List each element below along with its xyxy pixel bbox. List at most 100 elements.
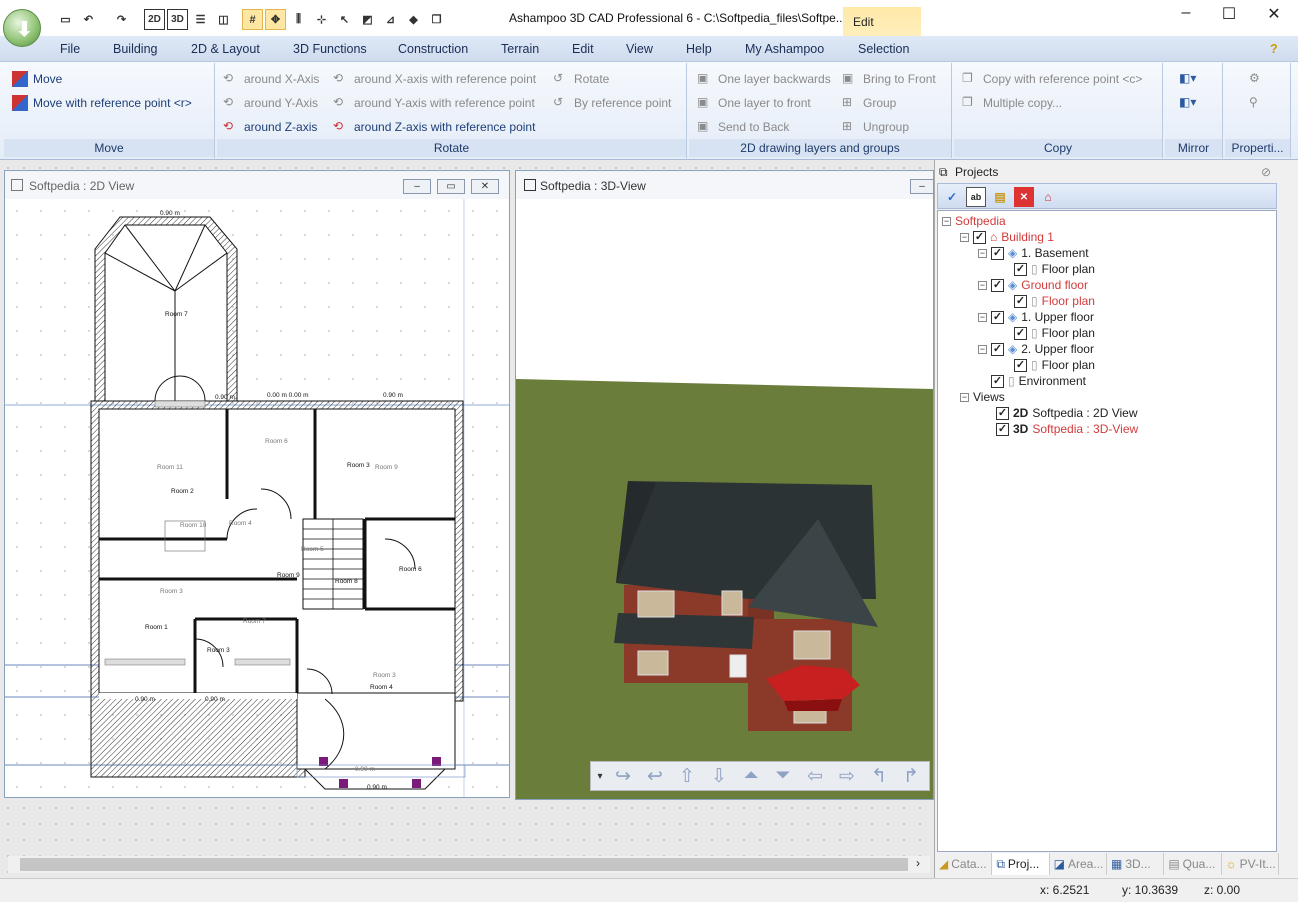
checkbox[interactable]: ✓ bbox=[996, 406, 1009, 420]
rotate-button[interactable]: ↺ Rotate bbox=[553, 71, 609, 87]
view-2d-close[interactable]: ✕ bbox=[471, 179, 499, 194]
collapse-icon[interactable]: − bbox=[978, 312, 987, 322]
help-icon[interactable]: ? bbox=[1270, 42, 1278, 56]
nav-orbit-left[interactable]: ↪ bbox=[609, 764, 637, 788]
maximize-button[interactable]: ☐ bbox=[1215, 4, 1243, 26]
cursor-select-icon[interactable]: ↖ bbox=[334, 9, 355, 30]
tree-node-building[interactable]: − ✓ ⌂ Building 1 bbox=[960, 229, 1054, 245]
nav-left-arrow[interactable]: ⇦ bbox=[801, 764, 829, 788]
nav-turn-right[interactable]: ↱ bbox=[897, 764, 925, 788]
properties-search-button[interactable]: ⚲ bbox=[1249, 95, 1258, 109]
mirror-h-button[interactable]: ◧▾ bbox=[1179, 71, 1196, 85]
bring-front-button[interactable]: ▣ Bring to Front bbox=[842, 71, 936, 87]
nav-right-arrow[interactable]: ⇨ bbox=[833, 764, 861, 788]
scroll-right-arrow[interactable]: › bbox=[916, 856, 920, 870]
redo-icon[interactable]: ↷ bbox=[111, 9, 132, 30]
undo-icon[interactable]: ↶ bbox=[78, 9, 99, 30]
crosshair-icon[interactable]: ⊹ bbox=[311, 9, 332, 30]
checkbox[interactable]: ✓ bbox=[1014, 326, 1027, 340]
nav-down-arrow[interactable]: ⇩ bbox=[705, 764, 733, 788]
rotate-y-ref-button[interactable]: ⟲ around Y-axis with reference point bbox=[333, 95, 535, 111]
split-horizontal-icon[interactable]: ☰ bbox=[190, 9, 211, 30]
new-file-icon[interactable]: ▭ bbox=[55, 9, 76, 30]
layer-front-button[interactable]: ▣ One layer to front bbox=[697, 95, 811, 111]
checkbox[interactable]: ✓ bbox=[973, 230, 986, 244]
check-icon[interactable]: ✓ bbox=[942, 187, 962, 207]
split-vertical-icon[interactable]: ◫ bbox=[213, 9, 234, 30]
rotate-y-button[interactable]: ⟲ around Y-Axis bbox=[223, 95, 318, 111]
tab-quantity[interactable]: ▤ Qua... bbox=[1164, 853, 1222, 875]
menu-view[interactable]: View bbox=[626, 42, 653, 56]
close-button[interactable]: ✕ bbox=[1260, 4, 1288, 26]
tree-node-views[interactable]: − Views bbox=[960, 389, 1005, 405]
tree-node-plan[interactable]: ✓ ▯ Floor plan bbox=[1014, 293, 1095, 309]
section-icon[interactable]: ◩ bbox=[357, 9, 378, 30]
copy-icon[interactable]: ❐ bbox=[426, 9, 447, 30]
checkbox[interactable]: ✓ bbox=[1014, 358, 1027, 372]
mirror-v-button[interactable]: ◧▾ bbox=[1179, 95, 1196, 109]
checkbox[interactable]: ✓ bbox=[996, 422, 1009, 436]
tree-node-view[interactable]: ✓ 3D Softpedia : 3D-View bbox=[996, 421, 1138, 437]
tree-node-environment[interactable]: ✓ ▯ Environment bbox=[978, 373, 1086, 389]
send-back-button[interactable]: ▣ Send to Back bbox=[697, 119, 789, 135]
collapse-icon[interactable]: − bbox=[942, 216, 951, 226]
ungroup-button[interactable]: ⊞ Ungroup bbox=[842, 119, 909, 135]
tree-node-plan[interactable]: ✓ ▯ Floor plan bbox=[1014, 261, 1095, 277]
menu-building[interactable]: Building bbox=[113, 42, 157, 56]
grid-icon[interactable]: # bbox=[242, 9, 263, 30]
minimize-button[interactable]: – bbox=[1172, 4, 1200, 26]
tab-area[interactable]: ◪ Area... bbox=[1050, 853, 1107, 875]
tree-node-floor[interactable]: − ✓ ◈ 2. Upper floor bbox=[978, 341, 1094, 357]
multiple-copy-button[interactable]: ❐ Multiple copy... bbox=[962, 95, 1062, 111]
view-3d-button[interactable]: 3D bbox=[167, 9, 188, 30]
layer-backwards-button[interactable]: ▣ One layer backwards bbox=[697, 71, 831, 87]
checkbox[interactable]: ✓ bbox=[991, 342, 1004, 356]
folder-icon[interactable]: ▤ bbox=[990, 187, 1010, 207]
tree-node-floor[interactable]: − ✓ ◈ Ground floor bbox=[978, 277, 1088, 293]
floor-plan-canvas[interactable]: Room 7 Room 11 Room 2 Room 6 Room 3 Room… bbox=[5, 199, 509, 797]
rotate-x-ref-button[interactable]: ⟲ around X-axis with reference point bbox=[333, 71, 536, 87]
rotate-x-button[interactable]: ⟲ around X-Axis bbox=[223, 71, 319, 87]
menu-my-ashampoo[interactable]: My Ashampoo bbox=[745, 42, 824, 56]
building-icon[interactable]: ⌂ bbox=[1038, 187, 1058, 207]
menu-selection[interactable]: Selection bbox=[858, 42, 909, 56]
collapse-icon[interactable]: − bbox=[978, 248, 987, 258]
tree-node-view[interactable]: ✓ 2D Softpedia : 2D View bbox=[996, 405, 1138, 421]
nav-dropdown[interactable]: ▾ bbox=[595, 764, 605, 788]
checkbox[interactable]: ✓ bbox=[1014, 262, 1027, 276]
checkbox[interactable]: ✓ bbox=[991, 246, 1004, 260]
checkbox[interactable]: ✓ bbox=[991, 374, 1004, 388]
collapse-icon[interactable]: − bbox=[960, 392, 969, 402]
menu-edit[interactable]: Edit bbox=[572, 42, 594, 56]
move-ref-button[interactable]: Move with reference point <r> bbox=[12, 95, 192, 111]
tree-node-project[interactable]: − Softpedia bbox=[942, 213, 1006, 229]
checkbox[interactable]: ✓ bbox=[991, 278, 1004, 292]
guides-icon[interactable]: ⫼ bbox=[288, 9, 309, 30]
menu-help[interactable]: Help bbox=[686, 42, 712, 56]
view-2d-maximize[interactable]: ▭ bbox=[437, 179, 465, 194]
menu-construction[interactable]: Construction bbox=[398, 42, 468, 56]
menu-terrain[interactable]: Terrain bbox=[501, 42, 539, 56]
group-button[interactable]: ⊞ Group bbox=[842, 95, 896, 111]
checkbox[interactable]: ✓ bbox=[991, 310, 1004, 324]
tree-node-floor[interactable]: − ✓ ◈ 1. Upper floor bbox=[978, 309, 1094, 325]
nav-tilt-down[interactable]: ⏷ bbox=[769, 764, 797, 788]
eraser-icon[interactable]: ◆ bbox=[403, 9, 424, 30]
tree-node-plan[interactable]: ✓ ▯ Floor plan bbox=[1014, 325, 1095, 341]
view-3d-minimize[interactable]: – bbox=[910, 179, 934, 194]
nav-up-arrow[interactable]: ⇧ bbox=[673, 764, 701, 788]
tab-3d[interactable]: ▦ 3D... bbox=[1107, 853, 1165, 875]
measure-icon[interactable]: ⊿ bbox=[380, 9, 401, 30]
menu-file[interactable]: File bbox=[60, 42, 80, 56]
checkbox[interactable]: ✓ bbox=[1014, 294, 1027, 308]
pin-icon[interactable]: ⊘ bbox=[1261, 165, 1271, 179]
nav-tilt-up[interactable]: ⏶ bbox=[737, 764, 765, 788]
nav-orbit-right[interactable]: ↩ bbox=[641, 764, 669, 788]
collapse-icon[interactable]: − bbox=[960, 232, 969, 242]
rename-icon[interactable]: ab bbox=[966, 187, 986, 207]
menu-2d-layout[interactable]: 2D & Layout bbox=[191, 42, 260, 56]
copy-ref-button[interactable]: ❐ Copy with reference point <c> bbox=[962, 71, 1142, 87]
tab-catalog[interactable]: ◢ Cata... bbox=[935, 853, 993, 875]
tab-projects[interactable]: ⧉ Proj... bbox=[992, 853, 1050, 875]
properties-button[interactable]: ⚙ bbox=[1249, 71, 1260, 85]
